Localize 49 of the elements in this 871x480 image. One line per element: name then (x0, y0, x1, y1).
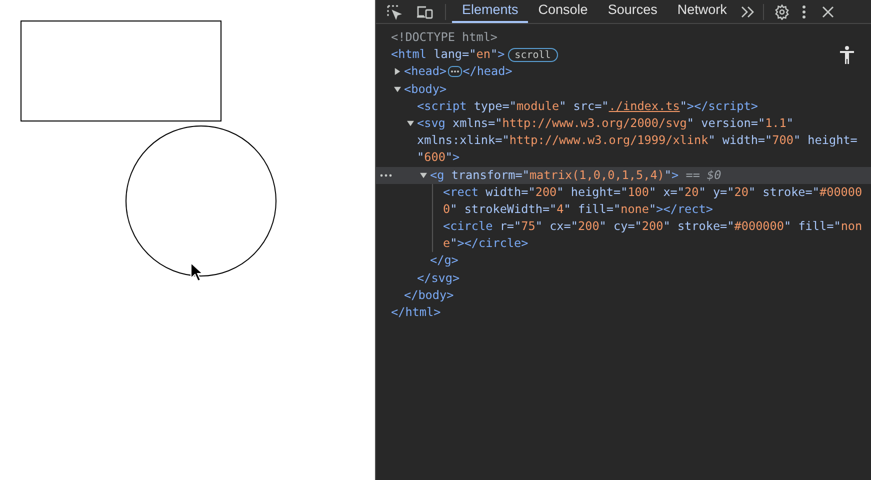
caret-down-icon[interactable] (420, 172, 427, 179)
dom-node-row[interactable]: <body> (376, 80, 871, 98)
dom-node-row[interactable]: <rect width="200" height="100" x="20" y="20" stroke="#00000 0" strokeWidth="4" fill="none"></rect> (376, 184, 871, 218)
device-toolbar-icon[interactable] (416, 4, 433, 20)
closing-tag: </svg> (417, 270, 460, 287)
code-line: <circle r="75" cx="200" cy="200" stroke="#000000" fill="non (443, 218, 862, 236)
code-line: <html lang="en"> (391, 46, 505, 64)
close-icon[interactable] (822, 6, 834, 18)
inspect-element-icon[interactable] (386, 4, 402, 20)
closing-tag: </head> (462, 63, 512, 81)
dom-node-row[interactable]: <head> </head> (376, 63, 871, 81)
caret-down-icon[interactable] (407, 120, 414, 128)
devtools-tab[interactable]: Console (528, 0, 598, 23)
caret-right-icon[interactable] (394, 68, 401, 76)
code-line: <head> (404, 63, 447, 80)
ellipsis-icon[interactable] (448, 66, 462, 78)
devtools-tab[interactable]: Network (667, 0, 737, 23)
dom-node-row[interactable]: <circle r="75" cx="200" cy="200" stroke="#000000" fill="non e"></circle> (376, 218, 871, 252)
accessibility-icon[interactable] (840, 46, 854, 64)
devtools-tab[interactable]: Sources (598, 0, 668, 23)
code-line: 0" strokeWidth="4" fill="none"> (443, 200, 664, 218)
code-line: <svg xmlns="http://www.w3.org/2000/svg" version="1.1" (417, 114, 794, 132)
closing-tag: </rect> (663, 200, 713, 218)
code-line: <rect width="200" height="100" x="20" y="20" stroke="#00000 (443, 184, 862, 201)
dom-node-row[interactable]: <!DOCTYPE html> (376, 29, 871, 46)
code-line: <g transform="matrix(1,0,0,1,5,4)"> == $0 (430, 166, 722, 184)
code-line: <script type="module" src="./index.ts"> (417, 98, 694, 115)
code-line: <body> (404, 80, 447, 98)
dom-node-row[interactable]: <svg xmlns="http://www.w3.org/2000/svg" version="1.1" xmlns:xlink="http://www.w3.org/1999/xlink" width="700" height= "600"> (376, 114, 871, 166)
closing-tag: </script> (694, 98, 758, 115)
settings-icon[interactable] (774, 4, 790, 20)
code-line: e"> (443, 235, 464, 252)
closing-tag: </circle> (464, 235, 528, 252)
dom-node-row[interactable]: <script type="module" src="./index.ts"></script> (376, 98, 871, 115)
mouse-pointer-icon (190, 262, 204, 282)
code-line: <!DOCTYPE html> (391, 29, 498, 46)
scroll-badge[interactable]: scroll (508, 48, 558, 62)
more-options-icon[interactable] (802, 4, 806, 18)
caret-down-icon[interactable] (394, 86, 401, 93)
closing-tag: </html> (391, 304, 441, 322)
code-line: "600"> (417, 149, 460, 166)
dom-node-row[interactable]: <g transform="matrix(1,0,0,1,5,4)"> == $0 (376, 166, 871, 184)
dom-node-row[interactable]: <html lang="en"> scroll (376, 46, 871, 64)
devtools-tab[interactable]: Elements (452, 0, 528, 23)
ellipsis-icon[interactable] (380, 174, 392, 176)
more-tabs-icon[interactable] (740, 6, 755, 18)
closing-tag: </g> (430, 252, 458, 270)
closing-tag: </body> (404, 286, 454, 304)
code-line: xmlns:xlink="http://www.w3.org/1999/xlink" width="700" height= (417, 132, 858, 150)
